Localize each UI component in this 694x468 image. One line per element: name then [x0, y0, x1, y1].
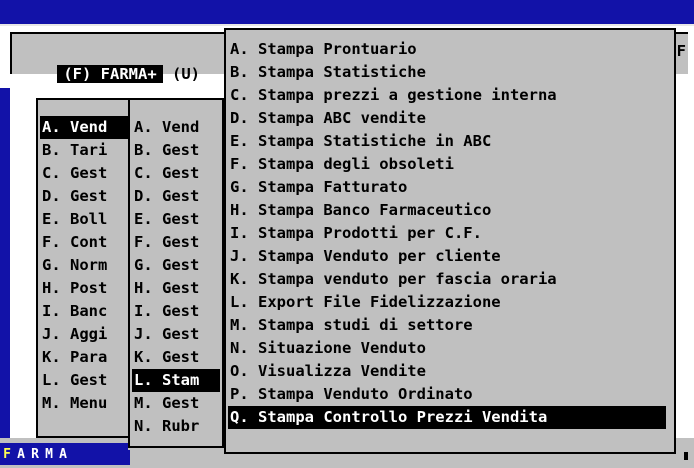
main-menu-item[interactable]: B. Tari	[40, 139, 128, 162]
sub-menu-item[interactable]: G. Gest	[132, 254, 220, 277]
sub-menu-item[interactable]: F. Gest	[132, 231, 220, 254]
print-menu-item[interactable]: E. Stampa Statistiche in ABC	[228, 130, 666, 153]
print-menu-item[interactable]: I. Stampa Prodotti per C.F.	[228, 222, 666, 245]
print-menu-item[interactable]: B. Stampa Statistiche	[228, 61, 666, 84]
main-menu-item[interactable]: A. Vend	[40, 116, 128, 139]
main-menu-item[interactable]: K. Para	[40, 346, 128, 369]
print-menu: A. Stampa Prontuario B. Stampa Statistich…	[224, 28, 676, 454]
sub-menu-item[interactable]: H. Gest	[132, 277, 220, 300]
status-letter: A	[17, 447, 25, 462]
print-menu-item[interactable]: F. Stampa degli obsoleti	[228, 153, 666, 176]
print-menu-item[interactable]: D. Stampa ABC vendite	[228, 107, 666, 130]
top-separator	[0, 24, 694, 26]
sub-menu-item[interactable]: J. Gest	[132, 323, 220, 346]
sub-menu-item[interactable]: M. Gest	[132, 392, 220, 415]
sub-menu-item[interactable]: N. Rubr	[132, 415, 220, 438]
print-menu-item[interactable]: M. Stampa studi di settore	[228, 314, 666, 337]
print-menu-item[interactable]: J. Stampa Venduto per cliente	[228, 245, 666, 268]
print-menu-item[interactable]: L. Export File Fidelizzazione	[228, 291, 666, 314]
print-menu-item[interactable]: P. Stampa Venduto Ordinato	[228, 383, 666, 406]
header-tag: (U)	[172, 65, 200, 83]
status-letter: A	[59, 447, 67, 462]
main-menu-item[interactable]: D. Gest	[40, 185, 128, 208]
top-title-bar	[0, 0, 694, 24]
sub-menu-item[interactable]: L. Stam	[132, 369, 220, 392]
sub-menu-item[interactable]: E. Gest	[132, 208, 220, 231]
status-bar: FARMA	[0, 443, 130, 465]
sub-menu: A. Vend B. Gest C. Gest D. Gest E. Gest F. Ge…	[128, 98, 226, 450]
print-menu-item[interactable]: H. Stampa Banco Farmaceutico	[228, 199, 666, 222]
print-menu-item[interactable]: Q. Stampa Controllo Prezzi Vendita	[228, 406, 666, 429]
sub-menu-item[interactable]: K. Gest	[132, 346, 220, 369]
corner-mark	[684, 452, 688, 460]
status-letter: M	[45, 447, 53, 462]
print-menu-item[interactable]: G. Stampa Fatturato	[228, 176, 666, 199]
main-menu-item[interactable]: L. Gest	[40, 369, 128, 392]
print-menu-item[interactable]: A. Stampa Prontuario	[228, 38, 666, 61]
main-menu-item[interactable]: G. Norm	[40, 254, 128, 277]
sub-menu-item[interactable]: I. Gest	[132, 300, 220, 323]
sub-menu-item[interactable]: B. Gest	[132, 139, 220, 162]
app-badge[interactable]: (F) FARMA+	[57, 65, 163, 83]
print-menu-item[interactable]: N. Situazione Venduto	[228, 337, 666, 360]
header-right-char: F	[676, 42, 686, 60]
sub-menu-item[interactable]: A. Vend	[132, 116, 220, 139]
status-letter: F	[3, 447, 11, 462]
main-menu-item[interactable]: M. Menu	[40, 392, 128, 415]
background-blue-strip	[0, 88, 10, 438]
print-menu-item[interactable]: O. Visualizza Vendite	[228, 360, 666, 383]
sub-menu-item[interactable]: D. Gest	[132, 185, 220, 208]
main-menu-item[interactable]: H. Post	[40, 277, 128, 300]
sub-menu-item[interactable]: C. Gest	[132, 162, 220, 185]
main-menu-item[interactable]: F. Cont	[40, 231, 128, 254]
main-menu: A. Vend B. Tari C. Gest D. Gest E. Boll F. Co…	[36, 98, 130, 438]
status-letter: R	[31, 447, 39, 462]
main-menu-item[interactable]: E. Boll	[40, 208, 128, 231]
main-menu-item[interactable]: J. Aggi	[40, 323, 128, 346]
print-menu-item[interactable]: C. Stampa prezzi a gestione interna	[228, 84, 666, 107]
print-menu-item[interactable]: K. Stampa venduto per fascia oraria	[228, 268, 666, 291]
main-menu-item[interactable]: C. Gest	[40, 162, 128, 185]
main-menu-item[interactable]: I. Banc	[40, 300, 128, 323]
